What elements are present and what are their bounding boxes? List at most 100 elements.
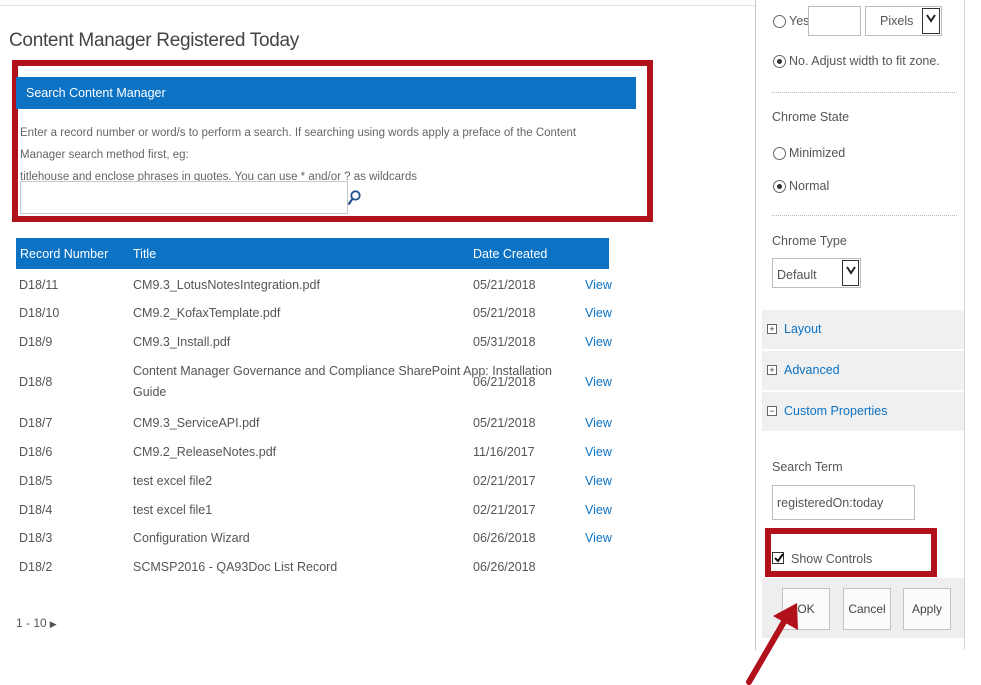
width-units-value: Pixels bbox=[880, 14, 914, 28]
chrome-state-label: Chrome State bbox=[772, 110, 850, 124]
chevron-down-icon bbox=[922, 8, 940, 34]
table-row: D18/3 Configuration Wizard 06/26/2018 Vi… bbox=[16, 524, 616, 553]
record-title: CM9.2_ReleaseNotes.pdf bbox=[133, 445, 277, 459]
pager-range: 1 - 10 bbox=[16, 616, 47, 630]
search-help-text: Enter a record number or word/s to perfo… bbox=[20, 122, 620, 188]
search-header: Search Content Manager bbox=[16, 77, 636, 109]
date-created: 05/21/2018 bbox=[473, 416, 536, 430]
record-title: CM9.2_KofaxTemplate.pdf bbox=[133, 306, 281, 320]
record-number: D18/5 bbox=[19, 474, 53, 488]
apply-button[interactable]: Apply bbox=[903, 588, 951, 630]
table-row: D18/8 Content Manager Governance and Com… bbox=[16, 357, 616, 409]
width-yes-radio[interactable] bbox=[773, 15, 786, 28]
pager: 1 - 10 ▶ bbox=[16, 616, 57, 630]
search-icon bbox=[347, 190, 361, 206]
table-header: Record Number Title Date Created bbox=[16, 238, 609, 269]
chrome-state-minimized-label: Minimized bbox=[789, 146, 846, 160]
expand-icon: + bbox=[767, 365, 777, 375]
section-custom-properties-label[interactable]: Custom Properties bbox=[784, 404, 888, 418]
cancel-button[interactable]: Cancel bbox=[843, 588, 891, 630]
record-number: D18/3 bbox=[19, 531, 53, 545]
column-header-title: Title bbox=[133, 247, 157, 261]
width-value-input[interactable] bbox=[808, 6, 861, 36]
record-title: CM9.3_LotusNotesIntegration.pdf bbox=[133, 278, 320, 292]
table-row: D18/9 CM9.3_Install.pdf 05/31/2018 View bbox=[16, 328, 616, 357]
width-no-label: No. Adjust width to fit zone. bbox=[789, 54, 940, 68]
record-number: D18/8 bbox=[19, 375, 53, 389]
chevron-down-icon bbox=[842, 260, 859, 286]
divider bbox=[772, 92, 957, 93]
chrome-state-normal-radio[interactable] bbox=[773, 180, 786, 193]
view-link[interactable]: View bbox=[585, 474, 612, 488]
date-created: 06/26/2018 bbox=[473, 560, 536, 574]
view-link[interactable]: View bbox=[585, 503, 612, 517]
section-custom-properties[interactable]: − Custom Properties bbox=[762, 391, 964, 431]
table-row: D18/2 SCMSP2016 - QA93Doc List Record 06… bbox=[16, 553, 616, 582]
chrome-state-normal-label: Normal bbox=[789, 179, 830, 193]
chrome-type-select[interactable]: Default bbox=[772, 258, 861, 288]
expand-icon: + bbox=[767, 324, 777, 334]
record-number: D18/10 bbox=[19, 306, 60, 320]
date-created: 11/16/2017 bbox=[473, 445, 535, 459]
record-number: D18/2 bbox=[19, 560, 53, 574]
red-pointer-arrow-icon bbox=[746, 603, 798, 685]
tool-pane-divider bbox=[755, 0, 756, 650]
section-layout-label[interactable]: Layout bbox=[784, 322, 822, 336]
search-help-line-1: Enter a record number or word/s to perfo… bbox=[20, 127, 577, 161]
date-created: 02/21/2017 bbox=[473, 474, 536, 488]
record-number: D18/7 bbox=[19, 416, 53, 430]
view-link[interactable]: View bbox=[585, 335, 612, 349]
table-row: D18/7 CM9.3_ServiceAPI.pdf 05/21/2018 Vi… bbox=[16, 409, 616, 438]
search-term-input[interactable]: registeredOn:today bbox=[772, 485, 915, 520]
table-row: D18/10 CM9.2_KofaxTemplate.pdf 05/21/201… bbox=[16, 299, 616, 328]
view-link[interactable]: View bbox=[585, 278, 612, 292]
column-header-date-created: Date Created bbox=[473, 247, 548, 261]
record-number: D18/11 bbox=[19, 278, 59, 292]
table-row: D18/4 test excel file1 02/21/2017 View bbox=[16, 496, 616, 524]
date-created: 05/21/2018 bbox=[473, 306, 536, 320]
view-link[interactable]: View bbox=[585, 531, 612, 545]
record-title: CM9.3_Install.pdf bbox=[133, 335, 231, 349]
chrome-state-minimized-radio[interactable] bbox=[773, 147, 786, 160]
search-button[interactable] bbox=[345, 181, 365, 214]
next-page-icon[interactable]: ▶ bbox=[50, 619, 57, 629]
checkmark-icon bbox=[774, 553, 784, 563]
table-row: D18/11 CM9.3_LotusNotesIntegration.pdf 0… bbox=[16, 271, 616, 299]
width-yes-label: Yes bbox=[789, 14, 810, 28]
table-row: D18/6 CM9.2_ReleaseNotes.pdf 11/16/2017 … bbox=[16, 438, 616, 467]
view-link[interactable]: View bbox=[585, 416, 612, 430]
date-created: 02/21/2017 bbox=[473, 503, 536, 517]
record-title: SCMSP2016 - QA93Doc List Record bbox=[133, 560, 338, 574]
section-advanced-label[interactable]: Advanced bbox=[784, 363, 840, 377]
table-row: D18/5 test excel file2 02/21/2017 View bbox=[16, 467, 616, 496]
search-term-label: Search Term bbox=[772, 460, 843, 474]
section-layout[interactable]: + Layout bbox=[762, 309, 964, 349]
show-controls-checkbox[interactable] bbox=[772, 552, 784, 564]
date-created: 06/26/2018 bbox=[473, 531, 536, 545]
page-title: Content Manager Registered Today bbox=[9, 30, 300, 51]
view-link[interactable]: View bbox=[585, 306, 612, 320]
record-number: D18/4 bbox=[19, 503, 53, 517]
record-title: test excel file2 bbox=[133, 474, 213, 488]
width-no-radio[interactable] bbox=[773, 55, 786, 68]
view-link[interactable]: View bbox=[585, 445, 612, 459]
record-number: D18/9 bbox=[19, 335, 53, 349]
date-created: 05/31/2018 bbox=[473, 335, 536, 349]
chrome-type-value: Default bbox=[777, 268, 817, 282]
chrome-type-label: Chrome Type bbox=[772, 234, 847, 248]
top-divider bbox=[0, 5, 755, 6]
column-header-record-number: Record Number bbox=[20, 247, 109, 261]
record-title: test excel file1 bbox=[133, 503, 213, 517]
divider bbox=[772, 215, 957, 216]
section-advanced[interactable]: + Advanced bbox=[762, 350, 964, 390]
width-units-select[interactable]: Pixels bbox=[865, 6, 942, 36]
record-title: CM9.3_ServiceAPI.pdf bbox=[133, 416, 260, 430]
search-input[interactable] bbox=[20, 181, 348, 214]
show-controls-label: Show Controls bbox=[791, 552, 873, 566]
record-title: Configuration Wizard bbox=[133, 531, 250, 545]
collapse-icon: − bbox=[767, 406, 777, 416]
date-created: 05/21/2018 bbox=[473, 278, 536, 292]
date-created: 06/21/2018 bbox=[473, 375, 536, 389]
view-link[interactable]: View bbox=[585, 375, 612, 389]
record-number: D18/6 bbox=[19, 445, 53, 459]
